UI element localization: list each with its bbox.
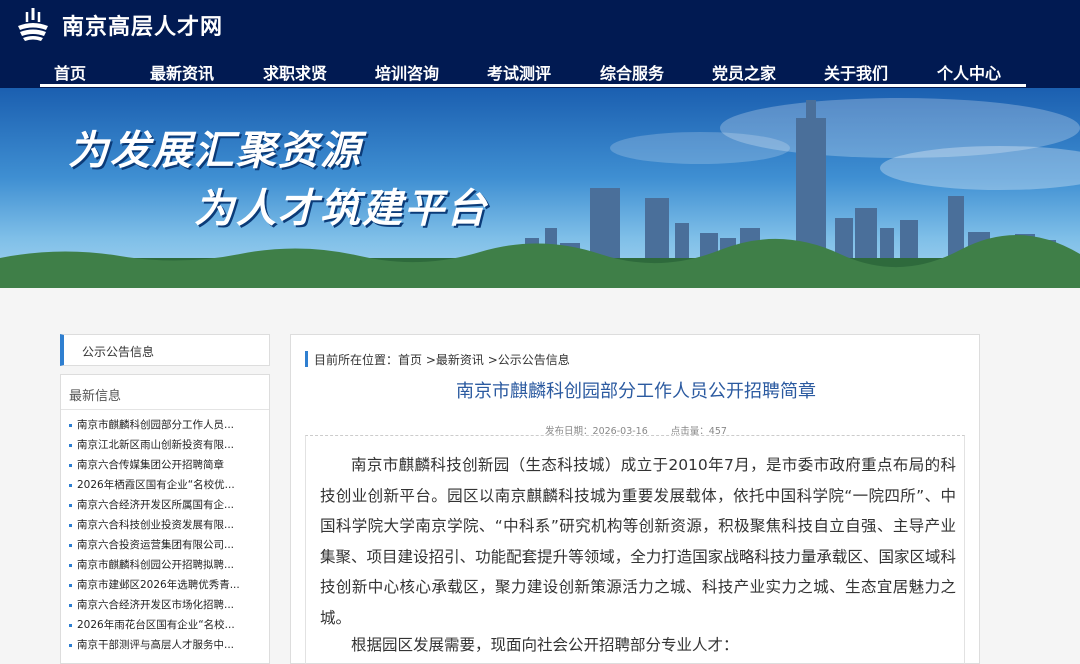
list-item[interactable]: 南京六合传媒集团公开招聘简章 bbox=[69, 457, 265, 477]
nav-item-account[interactable]: 个人中心 bbox=[914, 60, 1024, 84]
breadcrumb: 目前所在位置：首页 >最新资讯 >公示公告信息 bbox=[305, 351, 570, 367]
list-item[interactable]: 南京江北新区雨山创新投资有限... bbox=[69, 437, 265, 457]
article-paragraph: 根据园区发展需要，现面向社会公开招聘部分专业人才： bbox=[351, 636, 739, 654]
nav-item-exams[interactable]: 考试测评 bbox=[464, 60, 574, 84]
site-title[interactable]: 南京高层人才网 bbox=[62, 9, 223, 41]
breadcrumb-separator: > bbox=[422, 353, 436, 367]
sidebar-section-label[interactable]: 公示公告信息 bbox=[60, 334, 270, 366]
banner-slogan-line1: 为发展汇聚资源 bbox=[68, 128, 362, 174]
list-item[interactable]: 南京六合经济开发区市场化招聘... bbox=[69, 597, 265, 617]
list-item[interactable]: 2026年雨花台区国有企业“名校... bbox=[69, 617, 265, 637]
divider bbox=[61, 409, 269, 410]
breadcrumb-separator: > bbox=[483, 353, 498, 367]
breadcrumb-home[interactable]: 首页 bbox=[398, 353, 422, 367]
article-panel: 目前所在位置：首页 >最新资讯 >公示公告信息 南京市麒麟科创园部分工作人员公开… bbox=[290, 334, 980, 664]
article-title: 南京市麒麟科创园部分工作人员公开招聘简章 bbox=[456, 381, 816, 402]
sidebar-section-label-text: 公示公告信息 bbox=[82, 345, 155, 359]
nav-item-services[interactable]: 综合服务 bbox=[577, 60, 687, 84]
nav-item-jobs[interactable]: 求职求贤 bbox=[240, 60, 350, 84]
article-body: 南京市麒麟科技创新园（生态科技城）成立于2010年7月，是市委市政府重点布局的科… bbox=[305, 435, 965, 664]
hero-banner: 为发展汇聚资源 为人才筑建平台 bbox=[0, 88, 1080, 288]
nanjing-talent-logo[interactable] bbox=[16, 6, 50, 42]
breadcrumb-news[interactable]: 最新资讯 bbox=[436, 353, 484, 367]
banner-slogan-line2: 为人才筑建平台 bbox=[194, 186, 488, 232]
nav-item-training[interactable]: 培训咨询 bbox=[352, 60, 462, 84]
breadcrumb-prefix: 目前所在位置： bbox=[314, 353, 399, 367]
list-item[interactable]: 南京六合科技创业投资发展有限... bbox=[69, 517, 265, 537]
breadcrumb-announcements[interactable]: 公示公告信息 bbox=[498, 353, 570, 367]
top-header: 南京高层人才网 首页 最新资讯 求职求贤 培训咨询 考试测评 综合服务 党员之家… bbox=[0, 0, 1080, 88]
list-item[interactable]: 南京六合投资运营集团有限公司... bbox=[69, 537, 265, 557]
nav-item-about[interactable]: 关于我们 bbox=[801, 60, 911, 84]
latest-news-list: 南京市麒麟科创园部分工作人员... 南京江北新区雨山创新投资有限... 南京六合… bbox=[69, 417, 265, 657]
nav-underline bbox=[40, 84, 1026, 87]
list-item[interactable]: 2026年栖霞区国有企业“名校优... bbox=[69, 477, 265, 497]
article-paragraph: 南京市麒麟科技创新园（生态科技城）成立于2010年7月，是市委市政府重点布局的科… bbox=[320, 456, 956, 627]
nav-item-party[interactable]: 党员之家 bbox=[689, 60, 799, 84]
list-item[interactable]: 南京市麒麟科创园公开招聘拟聘... bbox=[69, 557, 265, 577]
list-item[interactable]: 南京干部测评与高层人才服务中... bbox=[69, 637, 265, 657]
list-item[interactable]: 南京市麒麟科创园部分工作人员... bbox=[69, 417, 265, 437]
nav-item-news[interactable]: 最新资讯 bbox=[127, 60, 237, 84]
list-item[interactable]: 南京市建邺区2026年选聘优秀青... bbox=[69, 577, 265, 597]
nav-item-home[interactable]: 首页 bbox=[15, 60, 125, 84]
sidebar-latest-box: 最新信息 南京市麒麟科创园部分工作人员... 南京江北新区雨山创新投资有限...… bbox=[60, 374, 270, 664]
list-item[interactable]: 南京六合经济开发区所属国有企... bbox=[69, 497, 265, 517]
sidebar-latest-title: 最新信息 bbox=[69, 389, 122, 404]
